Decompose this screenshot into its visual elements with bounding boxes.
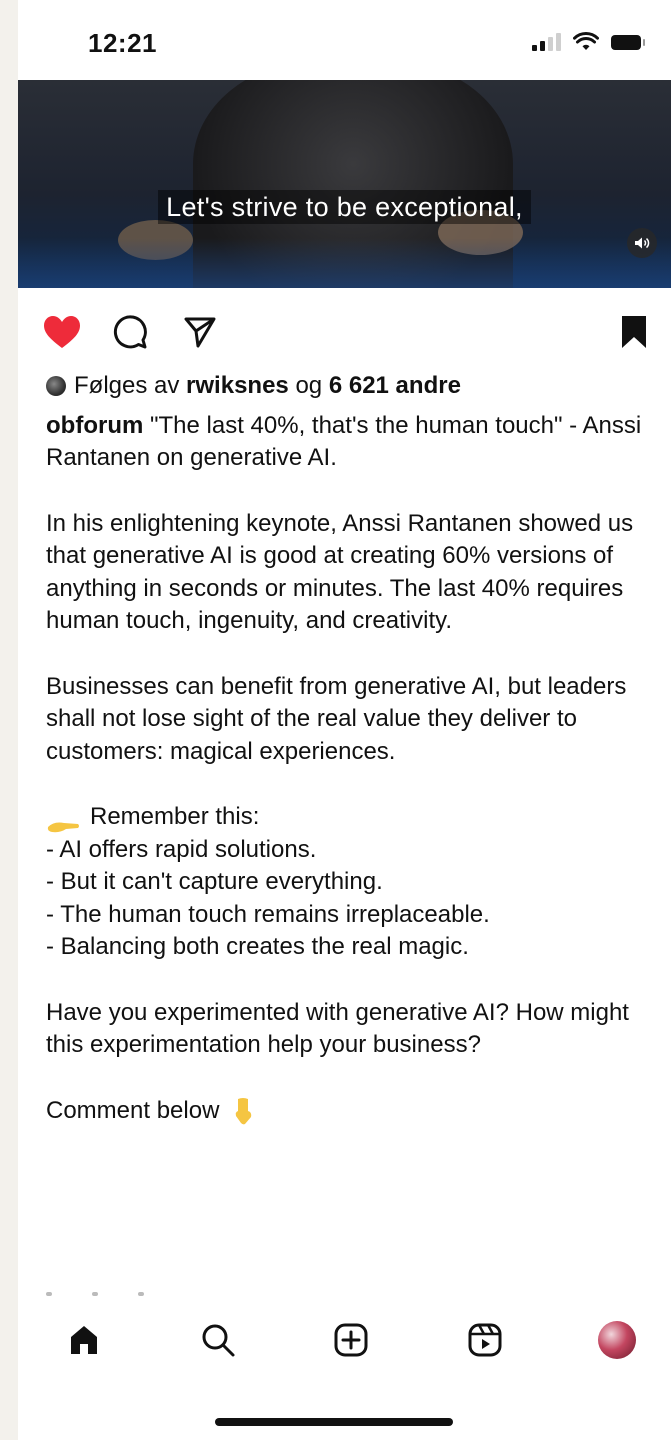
like-button[interactable]	[40, 310, 84, 354]
battery-icon	[611, 34, 645, 50]
bullet-2: - But it can't capture everything.	[46, 868, 383, 895]
nav-home[interactable]	[60, 1316, 108, 1364]
bullet-4: - Balancing both creates the real magic.	[46, 933, 469, 960]
caption-headline: obforum "The last 40%, that's the human …	[46, 410, 656, 475]
followed-by-text: Følges av rwiksnes og 6 621 andre	[74, 370, 461, 403]
video-caption: Let's strive to be exceptional,	[18, 190, 671, 224]
followed-by-joiner: og	[295, 372, 323, 399]
profile-avatar	[598, 1321, 636, 1359]
home-icon	[71, 1326, 97, 1354]
nav-create[interactable]	[327, 1316, 375, 1364]
nav-reels[interactable]	[461, 1316, 509, 1364]
follower-username[interactable]: rwiksnes	[186, 372, 289, 399]
create-icon	[334, 1323, 368, 1357]
bottom-nav	[18, 1300, 671, 1380]
phone-screen: 12:21 Let's strive to be exceptional, Fø…	[18, 0, 671, 1440]
followers-count[interactable]: 6 621 andre	[329, 372, 461, 399]
caption-paragraph-2: Businesses can benefit from generative A…	[46, 672, 627, 765]
followed-by: Følges av rwiksnes og 6 621 andre	[46, 370, 656, 403]
save-button[interactable]	[612, 310, 656, 354]
stage-light	[18, 238, 671, 288]
comment-below-text: Comment below	[46, 1096, 220, 1124]
audio-toggle-button[interactable]	[627, 228, 657, 258]
post-caption: Følges av rwiksnes og 6 621 andre obforu…	[46, 370, 656, 1127]
wifi-icon	[573, 32, 599, 50]
share-button[interactable]	[178, 310, 222, 354]
comment-below-line: Comment below	[46, 1095, 656, 1128]
follower-avatar[interactable]	[46, 376, 66, 397]
author-username[interactable]: obforum	[46, 412, 143, 439]
home-indicator[interactable]	[215, 1418, 453, 1426]
post-video[interactable]: Let's strive to be exceptional,	[18, 80, 671, 288]
caption-question: Have you experimented with generative AI…	[46, 998, 629, 1059]
remember-text: Remember this:	[90, 803, 260, 830]
nav-search[interactable]	[194, 1316, 242, 1364]
pointing-hand-icon	[46, 811, 80, 832]
bullet-3: - The human touch remains irreplaceable.	[46, 900, 490, 928]
post-actions	[18, 290, 671, 370]
caption-paragraph-1: In his enlightening keynote, Anssi Ranta…	[46, 509, 634, 635]
next-line-fragment	[46, 1290, 236, 1298]
status-time: 12:21	[88, 28, 157, 58]
nav-profile[interactable]	[593, 1316, 641, 1364]
video-caption-text: Let's strive to be exceptional,	[158, 190, 531, 224]
speaker-icon	[635, 237, 650, 249]
bookmark-icon	[622, 316, 646, 348]
bullet-1: - AI offers rapid solutions.	[46, 835, 317, 863]
signal-icon	[532, 33, 561, 51]
comment-button[interactable]	[108, 310, 152, 354]
remember-line: Remember this:	[46, 801, 656, 834]
status-icons	[532, 32, 645, 52]
comment-icon	[113, 315, 147, 349]
reels-icon	[468, 1323, 502, 1357]
heart-icon	[44, 316, 80, 348]
followed-by-prefix: Følges av	[74, 372, 180, 399]
pointing-down-icon	[235, 1098, 252, 1125]
send-icon	[184, 317, 216, 348]
search-icon	[202, 1324, 235, 1357]
status-bar: 12:21	[18, 0, 671, 80]
